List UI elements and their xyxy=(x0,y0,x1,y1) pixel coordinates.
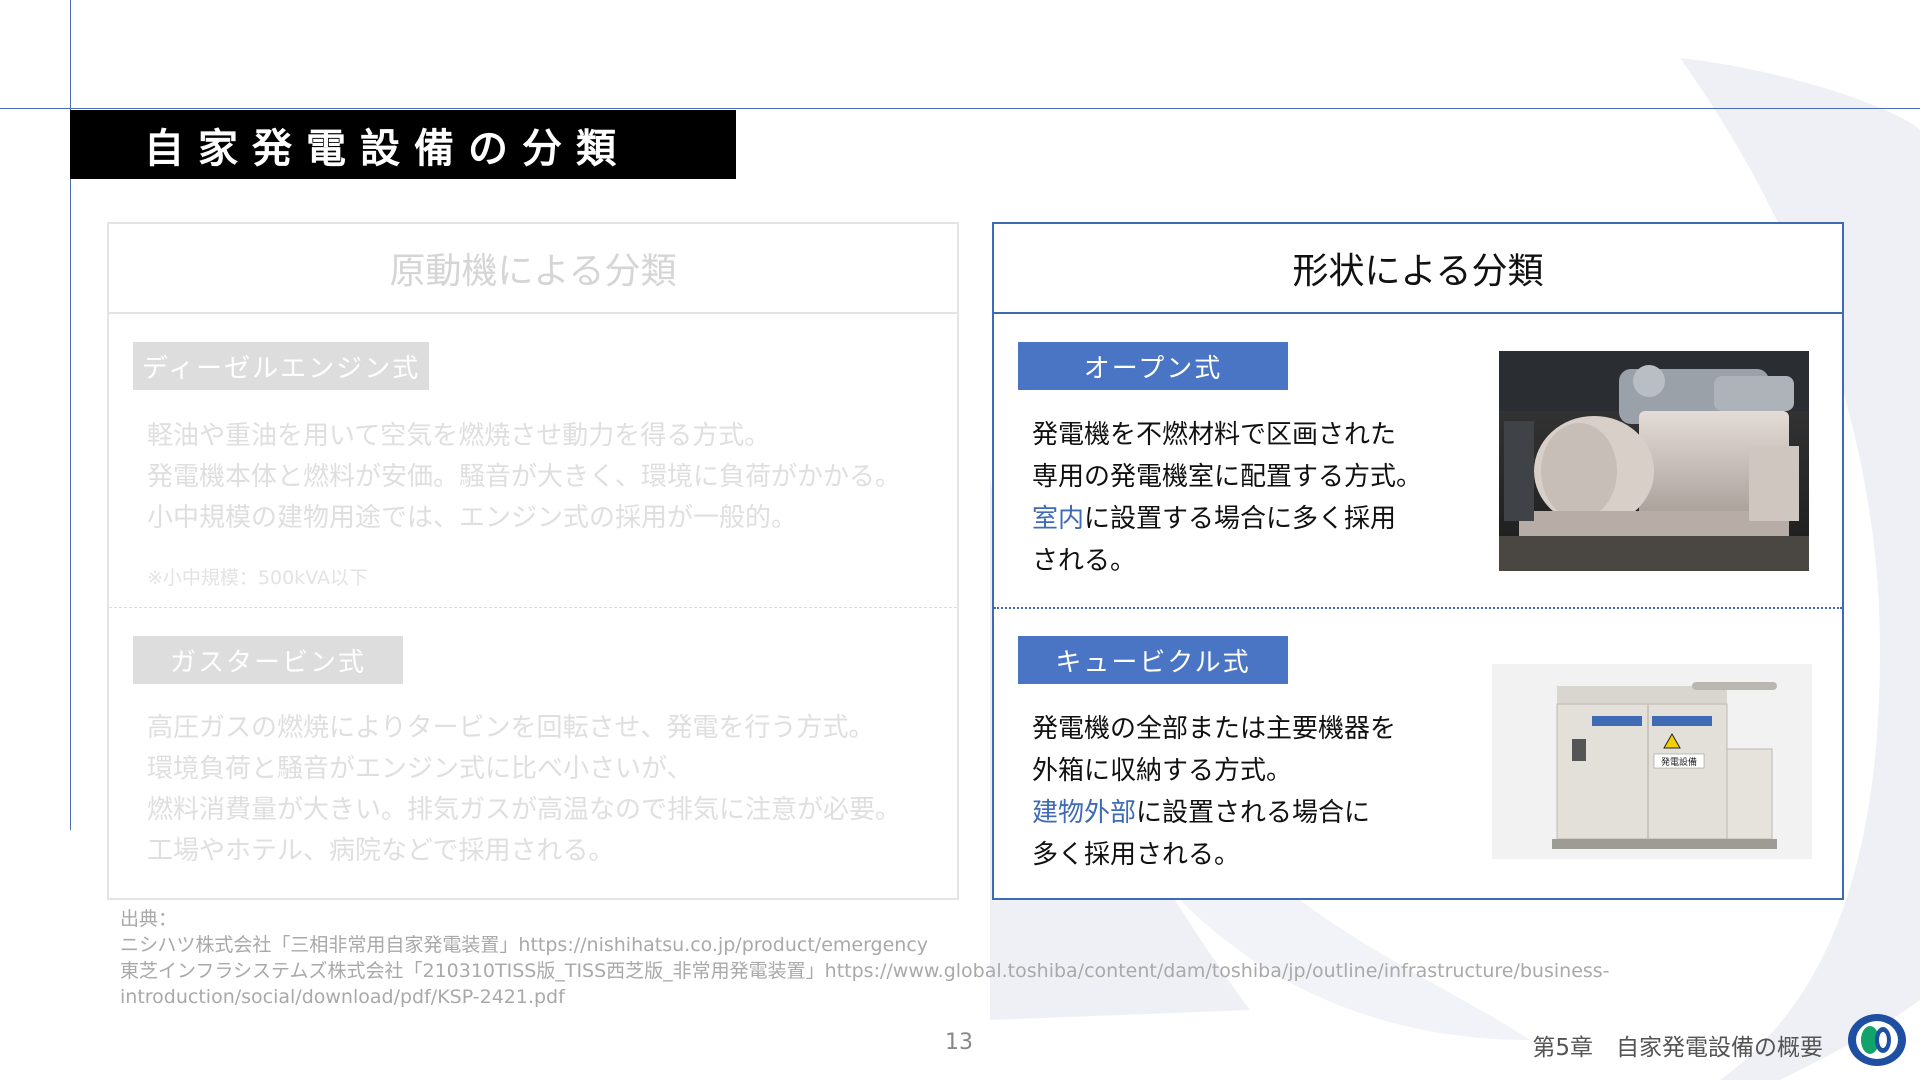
cubicle-type-tag: キュービクル式 xyxy=(1018,636,1288,684)
panel-heading: 原動機による分類 xyxy=(109,224,957,314)
text-line: 燃料消費量が大きい。排気ガスが高温なので排気に注意が必要。 xyxy=(147,795,902,825)
text-line: 専用の発電機室に配置する方式。 xyxy=(1032,462,1423,492)
prime-mover-classification-panel: 原動機による分類 ディーゼルエンジン式 軽油や重油を用いて空気を燃焼させ動力を得… xyxy=(107,222,959,900)
panel-heading: 形状による分類 xyxy=(994,224,1842,314)
text-fragment: に設置される場合に xyxy=(1136,798,1371,828)
sources-label: 出典： xyxy=(120,908,178,930)
text-line: 高圧ガスの燃焼によりタービンを回転させ、発電を行う方式。 xyxy=(147,713,875,743)
section-divider xyxy=(994,607,1842,609)
text-line: 室内に設置する場合に多く採用 xyxy=(1032,498,1422,540)
highlight-indoor: 室内 xyxy=(1032,504,1085,534)
open-type-tag: オープン式 xyxy=(1018,342,1288,390)
text-line: 軽油や重油を用いて空気を燃焼させ動力を得る方式。 xyxy=(147,421,771,451)
gas-turbine-tag: ガスタービン式 xyxy=(133,636,403,684)
text-line: 多く採用される。 xyxy=(1032,840,1241,870)
open-type-description: 発電機を不燃材料で区画された 専用の発電機室に配置する方式。 室内に設置する場合… xyxy=(1032,414,1422,582)
title-banner: 自家発電設備の分類 xyxy=(70,110,736,179)
cubicle-generator-photo: 発電設備 xyxy=(1492,664,1812,859)
section-divider xyxy=(109,607,957,608)
header-rule xyxy=(0,108,1920,109)
text-line: 発電機本体と燃料が安価。騒音が大きく、環境に負荷がかかる。 xyxy=(147,462,902,492)
text-line: 発電機の全部または主要機器を xyxy=(1032,714,1397,744)
source-line: 東芝インフラシステムズ株式会社「210310TISS版_TISS西芝版_非常用発… xyxy=(120,960,1610,982)
open-generator-photo xyxy=(1499,351,1809,571)
text-line: 小中規模の建物用途では、エンジン式の採用が一般的。 xyxy=(147,503,798,533)
shape-classification-panel: 形状による分類 オープン式 発電機を不燃材料で区画された 専用の発電機室に配置す… xyxy=(992,222,1844,900)
company-logo-icon xyxy=(1848,1014,1906,1066)
source-line: ニシハツ株式会社「三相非常用自家発電装置」https://nishihatsu.… xyxy=(120,934,929,956)
gas-turbine-description: 高圧ガスの燃焼によりタービンを回転させ、発電を行う方式。 環境負荷と騒音がエンジ… xyxy=(147,708,901,872)
highlight-outdoor: 建物外部 xyxy=(1032,798,1137,828)
text-line: 発電機を不燃材料で区画された xyxy=(1032,420,1397,450)
text-fragment: に設置する場合に多く採用 xyxy=(1084,504,1397,534)
cabinet-label: 発電設備 xyxy=(1661,756,1697,768)
page-number: 13 xyxy=(945,1030,973,1055)
slide-title: 自家発電設備の分類 xyxy=(144,125,630,172)
text-line: 環境負荷と騒音がエンジン式に比べ小さいが、 xyxy=(147,754,693,784)
diesel-engine-tag: ディーゼルエンジン式 xyxy=(133,342,429,390)
scale-note: ※小中規模：500kVA以下 xyxy=(147,567,368,589)
text-line: 建物外部に設置される場合に xyxy=(1032,792,1396,834)
text-line: 工場やホテル、病院などで採用される。 xyxy=(147,836,615,866)
sources-block: 出典： ニシハツ株式会社「三相非常用自家発電装置」https://nishiha… xyxy=(120,906,1610,1010)
text-line: される。 xyxy=(1032,546,1137,576)
diesel-description: 軽油や重油を用いて空気を燃焼させ動力を得る方式。 発電機本体と燃料が安価。騒音が… xyxy=(147,416,901,539)
chapter-label: 第5章 自家発電設備の概要 xyxy=(1532,1035,1823,1061)
source-line: introduction/social/download/pdf/KSP-242… xyxy=(120,986,565,1008)
cubicle-type-description: 発電機の全部または主要機器を 外箱に収納する方式。 建物外部に設置される場合に … xyxy=(1032,708,1396,876)
text-line: 外箱に収納する方式。 xyxy=(1032,756,1293,786)
